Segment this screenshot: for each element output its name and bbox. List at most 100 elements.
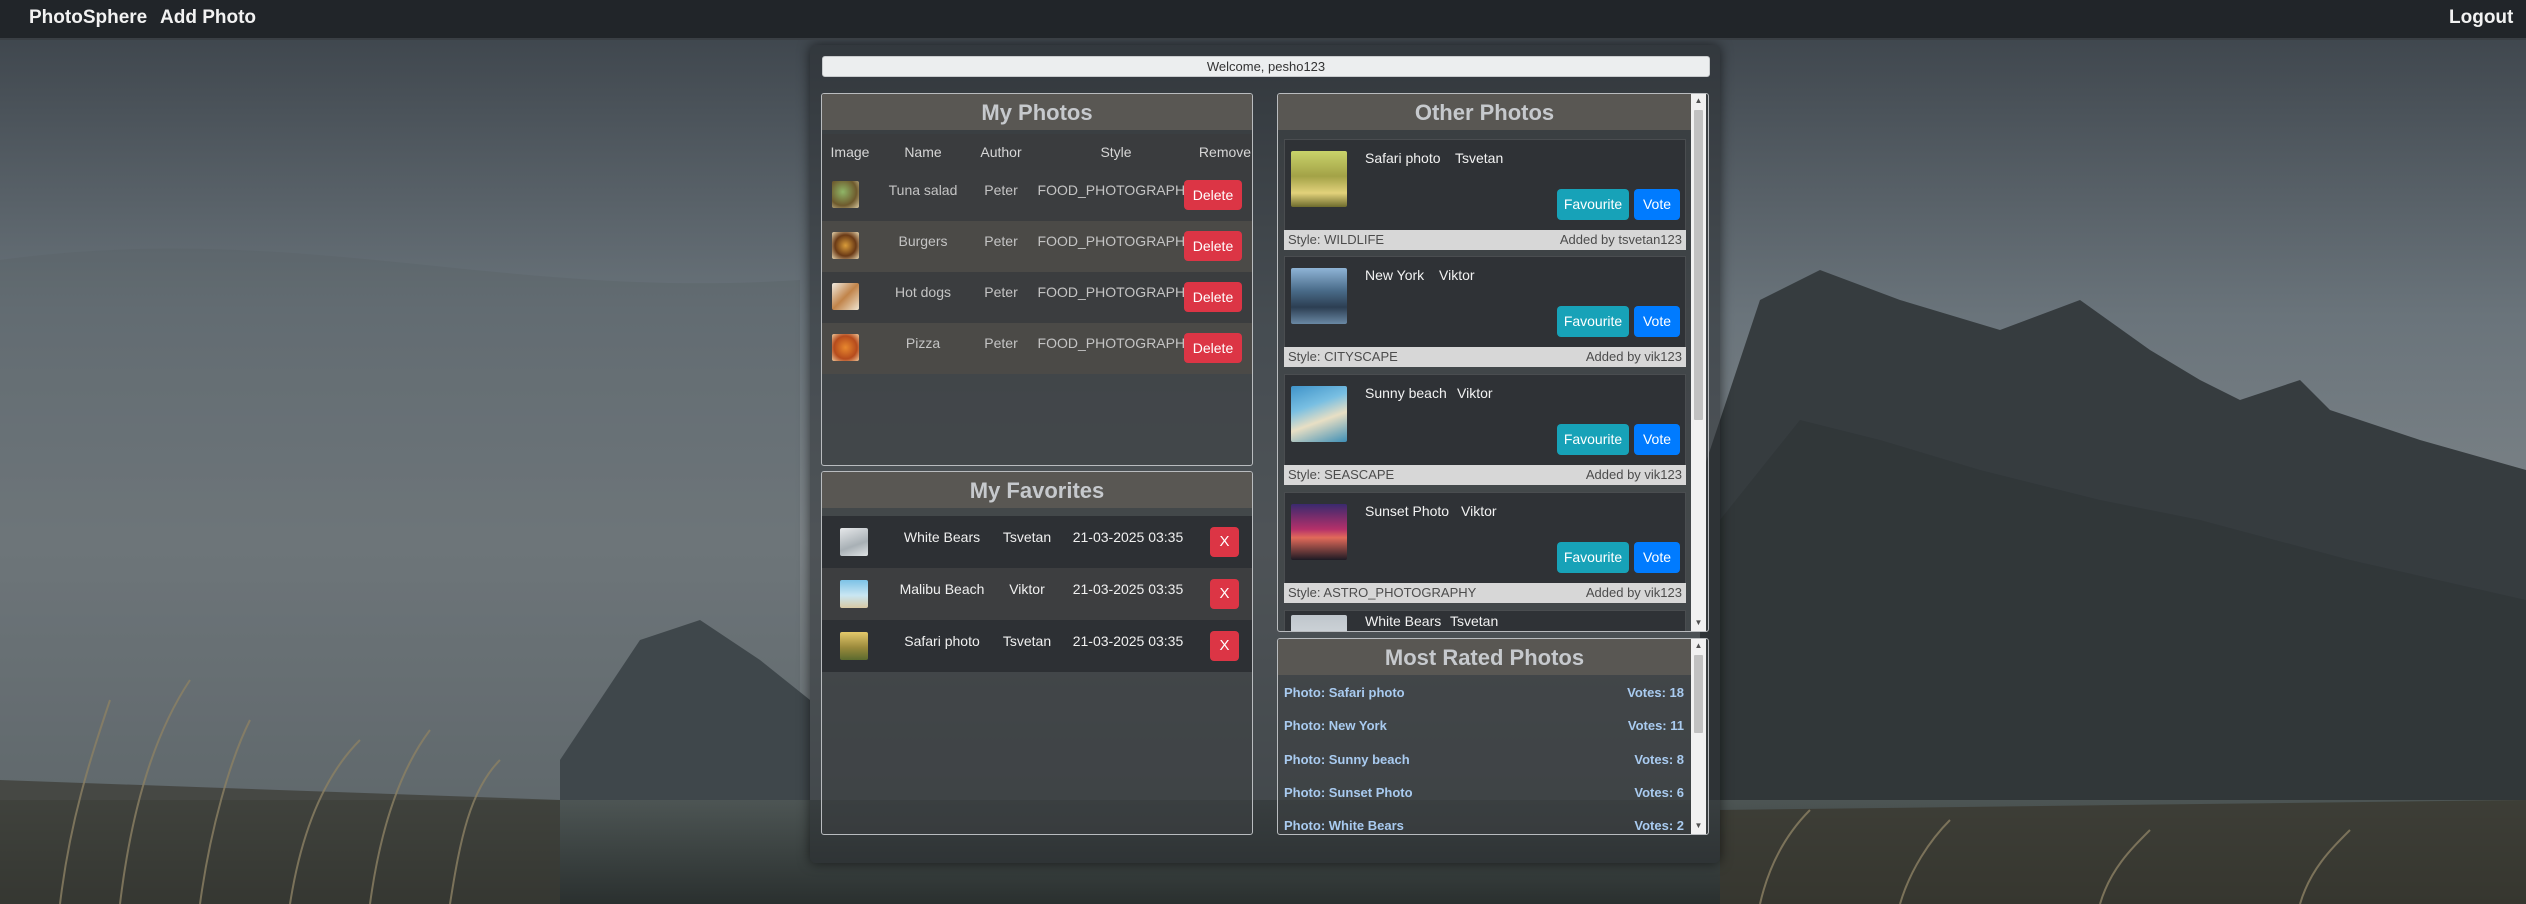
scroll-down-icon[interactable]: ▼ bbox=[1691, 616, 1706, 630]
column-header-style: Style bbox=[1100, 144, 1132, 160]
photo-thumbnail bbox=[832, 181, 859, 208]
favorite-author: Tsvetan bbox=[1002, 633, 1052, 649]
scroll-up-icon[interactable]: ▲ bbox=[1691, 639, 1706, 653]
most-rated-votes: Votes: 8 bbox=[1634, 752, 1684, 767]
most-rated-votes: Votes: 18 bbox=[1627, 685, 1684, 700]
photo-card: White Bears Tsvetan bbox=[1284, 610, 1686, 631]
favorite-name: White Bears bbox=[903, 529, 981, 545]
column-header-image: Image bbox=[830, 144, 870, 160]
photo-thumbnail bbox=[840, 632, 868, 660]
photo-card-body: Safari photo Tsvetan Favourite Vote bbox=[1284, 139, 1686, 231]
photo-card-body: Sunset Photo Viktor Favourite Vote bbox=[1284, 492, 1686, 584]
photo-style: FOOD_PHOTOGRAPHY bbox=[1037, 335, 1195, 351]
list-item: White Bears Tsvetan 21-03-2025 03:35 X bbox=[822, 516, 1252, 568]
photo-author: Viktor bbox=[1461, 503, 1497, 519]
remove-favorite-button[interactable]: X bbox=[1210, 527, 1239, 557]
brand-link[interactable]: PhotoSphere bbox=[29, 0, 147, 36]
most-rated-photo: Photo: New York bbox=[1284, 718, 1387, 733]
favourite-button[interactable]: Favourite bbox=[1557, 542, 1629, 573]
photo-thumbnail bbox=[1291, 386, 1347, 442]
list-item: Safari photo Tsvetan 21-03-2025 03:35 X bbox=[822, 620, 1252, 672]
favorite-name: Safari photo bbox=[904, 633, 980, 649]
photo-thumbnail bbox=[1291, 615, 1347, 631]
my-photos-title: My Photos bbox=[822, 94, 1252, 130]
photo-card-body: Sunny beach Viktor Favourite Vote bbox=[1284, 374, 1686, 466]
other-photos-scrollbar[interactable]: ▲ ▼ bbox=[1691, 94, 1706, 631]
table-row: Pizza Peter FOOD_PHOTOGRAPHY Delete bbox=[822, 323, 1252, 374]
favourite-button[interactable]: Favourite bbox=[1557, 306, 1629, 337]
table-row: Tuna salad Peter FOOD_PHOTOGRAPHY Delete bbox=[822, 170, 1252, 221]
photo-added-by: Added by tsvetan123 bbox=[1559, 232, 1682, 247]
photo-style: Style: CITYSCAPE bbox=[1288, 349, 1398, 364]
photo-name: Sunset Photo bbox=[1365, 503, 1450, 519]
photo-thumbnail bbox=[832, 334, 859, 361]
favourite-button[interactable]: Favourite bbox=[1557, 189, 1629, 220]
photo-thumbnail bbox=[1291, 151, 1347, 207]
photo-name: White Bears bbox=[1365, 613, 1442, 629]
photo-card: Sunset Photo Viktor Favourite Vote Style… bbox=[1284, 492, 1686, 605]
photo-author: Peter bbox=[984, 182, 1018, 198]
photo-thumbnail bbox=[832, 232, 859, 259]
favorite-author: Viktor bbox=[1009, 581, 1045, 597]
favorite-date: 21-03-2025 03:35 bbox=[1072, 529, 1184, 545]
vote-button[interactable]: Vote bbox=[1634, 306, 1680, 337]
most-rated-panel: Most Rated Photos Photo: Safari photo Vo… bbox=[1277, 638, 1709, 835]
photo-card-footer: Style: WILDLIFE Added by tsvetan123 bbox=[1284, 230, 1686, 250]
delete-button[interactable]: Delete bbox=[1184, 333, 1242, 363]
delete-button[interactable]: Delete bbox=[1184, 282, 1242, 312]
favourite-button[interactable]: Favourite bbox=[1557, 424, 1629, 455]
photo-name: Tuna salad bbox=[888, 182, 958, 198]
photo-style: FOOD_PHOTOGRAPHY bbox=[1037, 182, 1195, 198]
table-row: Burgers Peter FOOD_PHOTOGRAPHY Delete bbox=[822, 221, 1252, 272]
photo-name: Pizza bbox=[905, 335, 941, 351]
photo-card: New York Viktor Favourite Vote Style: CI… bbox=[1284, 256, 1686, 369]
photo-style: Style: ASTRO_PHOTOGRAPHY bbox=[1288, 585, 1477, 600]
column-header-name: Name bbox=[904, 144, 942, 160]
photo-thumbnail bbox=[1291, 504, 1347, 560]
photo-author: Tsvetan bbox=[1455, 150, 1504, 166]
welcome-banner: Welcome, pesho123 bbox=[822, 56, 1710, 77]
remove-favorite-button[interactable]: X bbox=[1210, 631, 1239, 661]
logout-link[interactable]: Logout bbox=[2449, 0, 2513, 36]
scroll-thumb[interactable] bbox=[1694, 655, 1703, 733]
scroll-down-icon[interactable]: ▼ bbox=[1691, 819, 1706, 833]
list-item: Photo: Sunny beach Votes: 8 bbox=[1284, 752, 1684, 772]
list-item: Photo: Safari photo Votes: 18 bbox=[1284, 685, 1684, 705]
photo-author: Peter bbox=[984, 284, 1018, 300]
scroll-up-icon[interactable]: ▲ bbox=[1691, 94, 1706, 108]
vote-button[interactable]: Vote bbox=[1634, 189, 1680, 220]
photo-name: Sunny beach bbox=[1365, 385, 1447, 401]
vote-button[interactable]: Vote bbox=[1634, 424, 1680, 455]
most-rated-votes: Votes: 11 bbox=[1627, 718, 1684, 733]
photo-author: Viktor bbox=[1439, 267, 1475, 283]
other-photos-panel: Other Photos Safari photo Tsvetan Favour… bbox=[1277, 93, 1709, 632]
most-rated-photo: Photo: Sunny beach bbox=[1284, 752, 1410, 767]
photo-style: Style: WILDLIFE bbox=[1288, 232, 1385, 247]
photo-style: Style: SEASCAPE bbox=[1288, 467, 1395, 482]
favorite-date: 21-03-2025 03:35 bbox=[1072, 581, 1184, 597]
photo-card: Safari photo Tsvetan Favourite Vote Styl… bbox=[1284, 139, 1686, 252]
delete-button[interactable]: Delete bbox=[1184, 231, 1242, 261]
photo-name: Safari photo bbox=[1365, 150, 1441, 166]
photo-name: Hot dogs bbox=[894, 284, 952, 300]
delete-button[interactable]: Delete bbox=[1184, 180, 1242, 210]
scroll-thumb[interactable] bbox=[1694, 110, 1703, 420]
photo-added-by: Added by vik123 bbox=[1585, 585, 1682, 600]
add-photo-link[interactable]: Add Photo bbox=[160, 0, 256, 36]
photo-card-body: New York Viktor Favourite Vote bbox=[1284, 256, 1686, 348]
most-rated-votes: Votes: 6 bbox=[1634, 785, 1684, 800]
my-favorites-panel: My Favorites White Bears Tsvetan 21-03-2… bbox=[821, 471, 1253, 835]
remove-favorite-button[interactable]: X bbox=[1210, 579, 1239, 609]
favorite-name: Malibu Beach bbox=[899, 581, 985, 597]
most-rated-scrollbar[interactable]: ▲ ▼ bbox=[1691, 639, 1706, 834]
list-item: Malibu Beach Viktor 21-03-2025 03:35 X bbox=[822, 568, 1252, 620]
most-rated-title: Most Rated Photos bbox=[1278, 639, 1691, 675]
photo-card-body: White Bears Tsvetan bbox=[1284, 610, 1686, 631]
table-row: Hot dogs Peter FOOD_PHOTOGRAPHY Delete bbox=[822, 272, 1252, 323]
most-rated-photo: Photo: Safari photo bbox=[1284, 685, 1405, 700]
photo-name: Burgers bbox=[898, 233, 948, 249]
photo-author: Peter bbox=[984, 233, 1018, 249]
vote-button[interactable]: Vote bbox=[1634, 542, 1680, 573]
photo-author: Tsvetan bbox=[1450, 613, 1499, 629]
photo-card-footer: Style: SEASCAPE Added by vik123 bbox=[1284, 465, 1686, 485]
